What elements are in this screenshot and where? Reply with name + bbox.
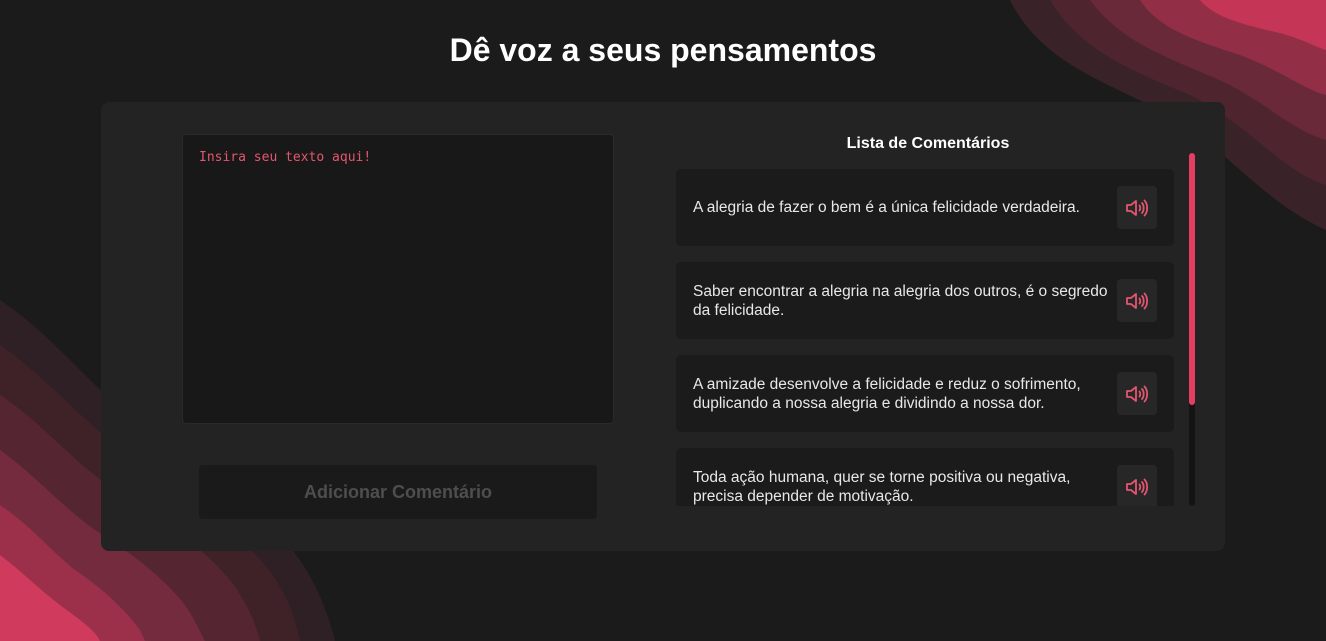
speak-button[interactable] [1117,186,1157,229]
comments-list-title: Lista de Comentários [846,135,1010,152]
comment-textarea[interactable] [182,134,614,424]
speaker-icon [1126,199,1149,216]
comment-item: Toda ação humana, quer se torne positiva… [676,448,1174,506]
speaker-icon [1126,478,1149,495]
comment-text: A amizade desenvolve a felicidade e redu… [693,375,1081,412]
scrollbar-thumb[interactable] [1189,153,1195,405]
speak-button[interactable] [1117,372,1157,415]
comment-item: A alegria de fazer o bem é a única felic… [676,169,1174,246]
comment-item: A amizade desenvolve a felicidade e redu… [676,355,1174,432]
comment-text: A alegria de fazer o bem é a única felic… [693,199,1080,216]
comments-list[interactable]: A alegria de fazer o bem é a única felic… [676,169,1200,506]
comments-scrollbar[interactable] [1189,153,1195,506]
add-comment-button[interactable]: Adicionar Comentário [199,465,597,519]
speak-button[interactable] [1117,465,1157,506]
page-title: Dê voz a seus pensamentos [449,32,877,68]
speak-button[interactable] [1117,279,1157,322]
main-panel: Adicionar Comentário Lista de Comentário… [101,102,1225,551]
comment-item: Saber encontrar a alegria na alegria dos… [676,262,1174,339]
speaker-icon [1126,292,1149,309]
comment-text: Saber encontrar a alegria na alegria dos… [693,282,1108,319]
speaker-icon [1126,385,1149,402]
comment-text: Toda ação humana, quer se torne positiva… [693,468,1071,505]
